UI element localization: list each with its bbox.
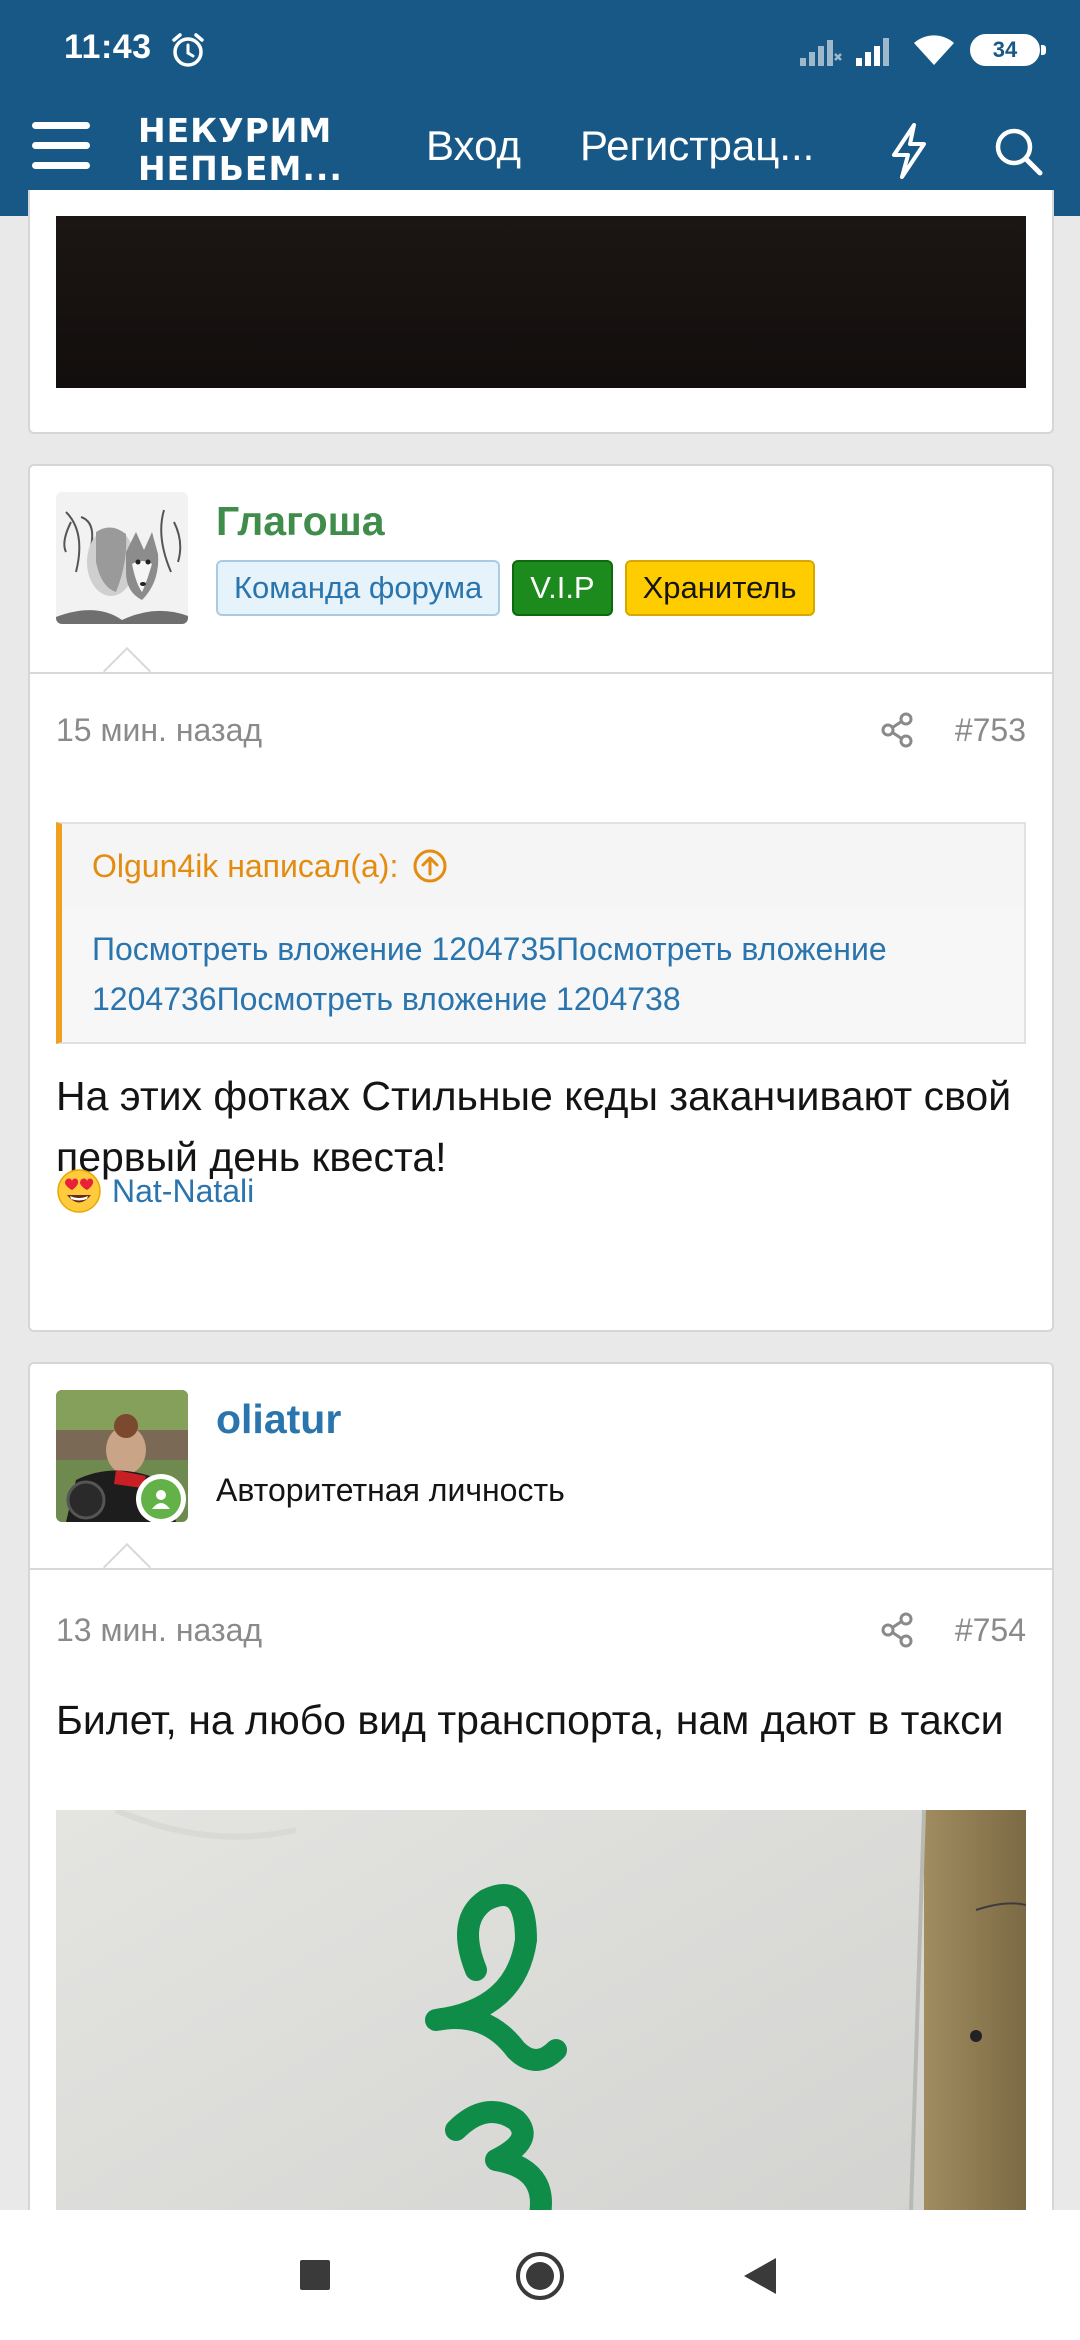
share-icon[interactable] xyxy=(878,710,918,750)
battery-icon: 34 xyxy=(970,34,1046,66)
heart-eyes-emoji-icon xyxy=(57,1169,101,1213)
status-bar: 11:43 34 xyxy=(0,0,1080,92)
attached-image[interactable] xyxy=(56,216,1026,388)
status-time: 11:43 xyxy=(64,28,152,66)
login-link[interactable]: Вход xyxy=(426,122,521,170)
post-753: Глагоша Команда форума V.I.P Хранитель 1… xyxy=(28,464,1054,1332)
user-badges: Команда форума V.I.P Хранитель xyxy=(216,560,815,616)
search-icon[interactable] xyxy=(990,122,1046,180)
quote-header[interactable]: Olgun4ik написал(а): xyxy=(62,824,1024,908)
post-body: Билет, на любо вид транспорта, нам дают … xyxy=(56,1697,1004,1743)
divider-notch xyxy=(102,646,152,696)
divider-notch xyxy=(102,1542,152,1592)
bolt-icon[interactable] xyxy=(884,122,932,180)
author-name[interactable]: Глагоша xyxy=(216,498,385,545)
status-icons: 34 xyxy=(800,30,1046,70)
reaction-user[interactable]: Nat-Natali xyxy=(112,1173,254,1210)
reaction-bar[interactable]: Nat-Natali xyxy=(56,1168,254,1214)
register-link[interactable]: Регистрац... xyxy=(580,122,814,170)
logo-line-1: НЕКУРИМ xyxy=(138,111,333,150)
alarm-icon xyxy=(172,33,204,67)
site-logo[interactable]: НЕКУРИМ НЕПЬЕМ... xyxy=(138,112,343,188)
divider xyxy=(30,672,1052,674)
divider xyxy=(30,1568,1052,1570)
badge-team: Команда форума xyxy=(216,560,501,616)
post-time[interactable]: 15 мин. назад xyxy=(56,712,262,749)
post-754: oliatur Авторитетная личность 13 мин. на… xyxy=(28,1362,1054,2340)
share-icon[interactable] xyxy=(878,1610,918,1650)
avatar-image xyxy=(56,492,188,624)
menu-icon[interactable] xyxy=(32,122,94,180)
wifi-icon xyxy=(914,35,954,65)
arrow-up-circle-icon[interactable] xyxy=(412,848,448,884)
post-time[interactable]: 13 мин. назад xyxy=(56,1612,262,1649)
user-title: Авторитетная личность xyxy=(216,1472,565,1508)
previous-post xyxy=(28,190,1054,434)
badge-vip: V.I.P xyxy=(512,560,613,616)
quote-text[interactable]: Посмотреть вложение 1204735Посмотреть вл… xyxy=(92,924,1012,1024)
circle-icon[interactable] xyxy=(514,2250,566,2302)
quote-author: Olgun4ik написал(а): xyxy=(92,847,399,884)
author-name[interactable]: oliatur xyxy=(216,1396,341,1443)
square-icon[interactable] xyxy=(298,2258,332,2292)
badge-keeper: Хранитель xyxy=(624,560,815,616)
logo-line-2: НЕПЬЕМ... xyxy=(138,149,343,188)
top-app-bar: 11:43 34 НЕКУРИМ НЕПЬЕМ... Вход Регистра… xyxy=(0,0,1080,216)
quote-block: Olgun4ik написал(а): Посмотреть вложение… xyxy=(56,822,1026,1044)
signal-icon xyxy=(800,40,842,66)
post-number[interactable]: #754 xyxy=(955,1612,1026,1649)
signal-icon xyxy=(856,38,889,66)
online-status-icon xyxy=(136,1474,186,1524)
avatar[interactable] xyxy=(56,492,188,624)
post-number[interactable]: #753 xyxy=(955,712,1026,749)
system-navigation-bar xyxy=(0,2210,1080,2340)
back-triangle-icon[interactable] xyxy=(742,2256,778,2296)
